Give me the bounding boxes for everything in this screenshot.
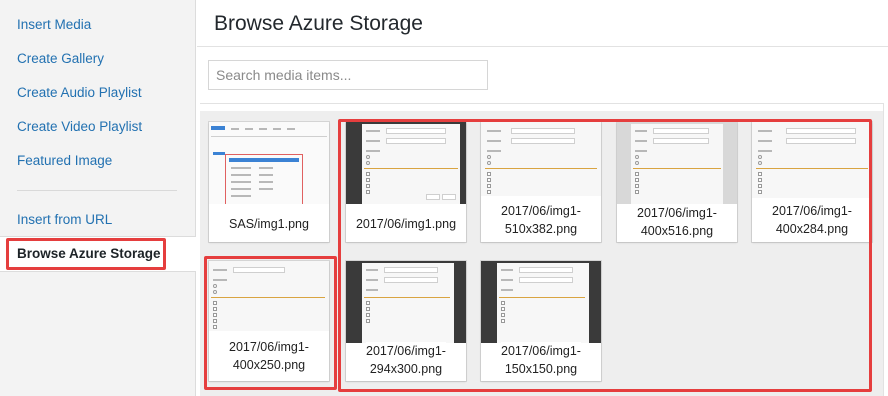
menu-create-video-playlist[interactable]: Create Video Playlist [17,119,142,134]
menu-insert-media[interactable]: Insert Media [17,17,91,32]
title-divider [197,46,888,47]
media-item[interactable]: SAS/img1.png [209,122,329,242]
highlight-browse-azure-storage [6,238,166,270]
search-media-input[interactable] [208,60,488,90]
menu-insert-from-url[interactable]: Insert from URL [17,212,112,227]
media-grid-top-strip [200,103,883,111]
menu-create-gallery[interactable]: Create Gallery [17,51,104,66]
media-thumbnail [209,122,329,204]
menu-featured-image[interactable]: Featured Image [17,153,112,168]
media-filename: SAS/img1.png [213,206,325,242]
highlight-400x250-image [204,256,337,390]
highlight-resized-images [338,119,872,392]
menu-create-audio-playlist[interactable]: Create Audio Playlist [17,85,142,100]
frame-title: Browse Azure Storage [214,12,423,35]
frame-scroll-edge [883,103,888,396]
sidebar-separator [17,190,177,191]
media-filename-line: SAS/img1.png [229,217,309,231]
media-sidebar: Insert Media Create Gallery Create Audio… [0,0,196,396]
